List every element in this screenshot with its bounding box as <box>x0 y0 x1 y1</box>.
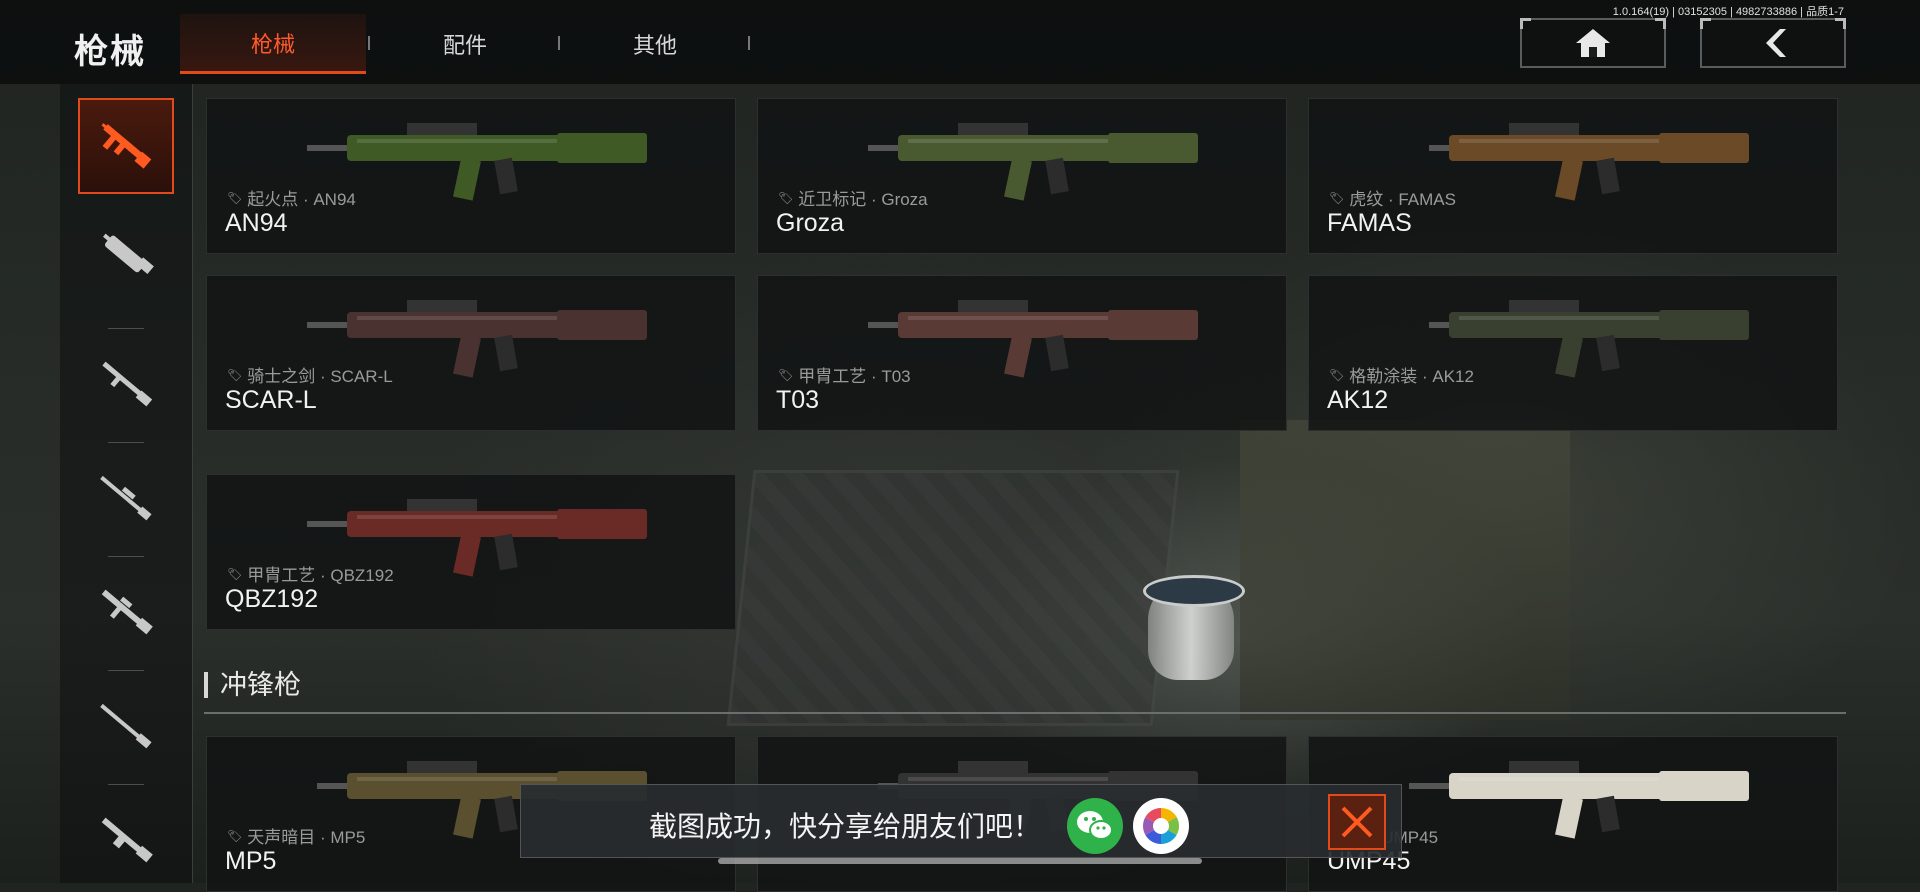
sniper-rifle-icon <box>100 475 152 521</box>
weapon-name: AN94 <box>225 209 288 237</box>
toast-close-button[interactable] <box>1328 794 1386 850</box>
weapon-card[interactable]: 🏷 甲胄工艺 · T03 T03 <box>757 275 1287 431</box>
weapon-skin-label: 🏷 甲胄工艺 · T03 <box>778 362 911 387</box>
back-button[interactable] <box>1700 18 1846 68</box>
weapon-card[interactable]: 🏷 甲胄工艺 · QBZ192 QBZ192 <box>206 474 736 630</box>
weapon-skin-label: 🏷 甲胄工艺 · QBZ192 <box>227 561 394 586</box>
tag-icon: 🏷 <box>227 566 243 581</box>
marksman-rifle-icon <box>101 589 153 635</box>
tab-divider <box>368 36 370 50</box>
tab-others[interactable]: 其他 <box>562 14 748 74</box>
weapon-skin-label: 🏷 近卫标记 · Groza <box>778 185 928 210</box>
weapon-name: Groza <box>776 209 845 237</box>
tag-icon: 🏷 <box>227 828 243 843</box>
weapon-name: AK12 <box>1327 386 1389 414</box>
weapon-skin-text: 近卫标记 · Groza <box>798 190 928 209</box>
weapon-skin-label: 🏷 骑士之剑 · SCAR-L <box>227 362 393 387</box>
category-divider <box>108 328 144 329</box>
moments-icon <box>1142 808 1180 844</box>
close-icon <box>1341 806 1373 838</box>
tag-icon: 🏷 <box>778 367 794 382</box>
weapon-skin-label: 🏷 起火点 · AN94 <box>227 185 356 210</box>
home-button[interactable] <box>1520 18 1666 68</box>
weapon-image <box>1409 761 1749 839</box>
home-icon <box>1576 29 1610 57</box>
weapon-name: MP5 <box>225 847 277 875</box>
weapon-skin-text: 格勒涂装 · AK12 <box>1349 367 1474 386</box>
weapon-card[interactable]: 🏷 格勒涂装 · AK12 AK12 <box>1308 275 1838 431</box>
category-divider <box>108 670 144 671</box>
weapon-card[interactable]: 🏷 起火点 · AN94 AN94 <box>206 98 736 254</box>
weapon-skin-text: 起火点 · AN94 <box>247 190 356 209</box>
category-marksman[interactable] <box>78 564 174 660</box>
share-moments-button[interactable] <box>1133 798 1189 854</box>
weapon-card[interactable]: 🏷 骑士之剑 · SCAR-L SCAR-L <box>206 275 736 431</box>
page-title: 枪械 <box>74 33 146 71</box>
weapon-name: T03 <box>776 386 820 414</box>
weapon-name: FAMAS <box>1327 209 1412 237</box>
section-title-smg: 冲锋枪 <box>204 672 301 699</box>
weapon-card[interactable]: 🏷 虎纹 · FAMAS FAMAS <box>1308 98 1838 254</box>
wechat-icon <box>1077 811 1113 840</box>
tab-guns[interactable]: 枪械 <box>180 14 366 74</box>
weapon-skin-label: 🏷 天声暗目 · MP5 <box>227 823 365 848</box>
category-assault-rifle[interactable] <box>78 98 174 194</box>
weapon-category-sidebar <box>60 84 193 883</box>
back-arrow-icon <box>1766 29 1786 57</box>
weapon-skin-label: 🏷 虎纹 · FAMAS <box>1329 185 1456 210</box>
background-crate <box>1240 420 1570 720</box>
tag-icon: 🏷 <box>227 190 243 205</box>
weapon-name: SCAR-L <box>225 386 317 414</box>
tab-divider <box>748 36 750 50</box>
tag-icon: 🏷 <box>778 190 794 205</box>
weapon-skin-text: 甲胄工艺 · T03 <box>798 367 911 386</box>
section-divider <box>204 712 1846 714</box>
weapon-skin-text: 甲胄工艺 · QBZ192 <box>247 566 394 585</box>
weapon-skin-label: 🏷 格勒涂装 · AK12 <box>1329 362 1474 387</box>
tab-attachments[interactable]: 配件 <box>372 14 558 74</box>
rifle-icon <box>100 703 152 749</box>
smg-icon <box>103 233 154 274</box>
assault-rifle-icon <box>101 123 152 169</box>
version-info: 1.0.164(19) | 03152305 | 4982733886 | 品质… <box>1612 6 1844 18</box>
home-indicator-bar <box>718 858 1202 864</box>
category-shotgun[interactable] <box>78 336 174 432</box>
category-divider <box>108 442 144 443</box>
tag-icon: 🏷 <box>1329 190 1345 205</box>
category-sniper[interactable] <box>78 450 174 546</box>
lmg-icon <box>101 817 153 863</box>
background-lantern-top <box>1143 575 1245 607</box>
screenshot-toast: 截图成功，快分享给朋友们吧！ <box>520 784 1402 858</box>
weapon-skin-text: 天声暗目 · MP5 <box>247 828 366 847</box>
weapon-skin-text: 骑士之剑 · SCAR-L <box>247 367 393 386</box>
shotgun-icon <box>102 361 153 407</box>
weapon-skin-text: 虎纹 · FAMAS <box>1349 190 1456 209</box>
toast-message: 截图成功，快分享给朋友们吧！ <box>649 811 1042 842</box>
top-bar: 枪械 枪械 配件 其他 1.0.164(19) | 03152305 | 498… <box>0 0 1920 84</box>
tag-icon: 🏷 <box>1329 367 1345 382</box>
category-smg[interactable] <box>78 208 174 304</box>
weapon-name: QBZ192 <box>225 585 319 613</box>
category-divider <box>108 556 144 557</box>
share-wechat-button[interactable] <box>1067 798 1123 854</box>
weapon-card[interactable]: 🏷 近卫标记 · Groza Groza <box>757 98 1287 254</box>
tag-icon: 🏷 <box>227 367 243 382</box>
category-rifle[interactable] <box>78 678 174 774</box>
background-weapon-case <box>726 470 1180 726</box>
tab-divider <box>558 36 560 50</box>
category-lmg[interactable] <box>78 792 174 888</box>
category-divider <box>108 784 144 785</box>
